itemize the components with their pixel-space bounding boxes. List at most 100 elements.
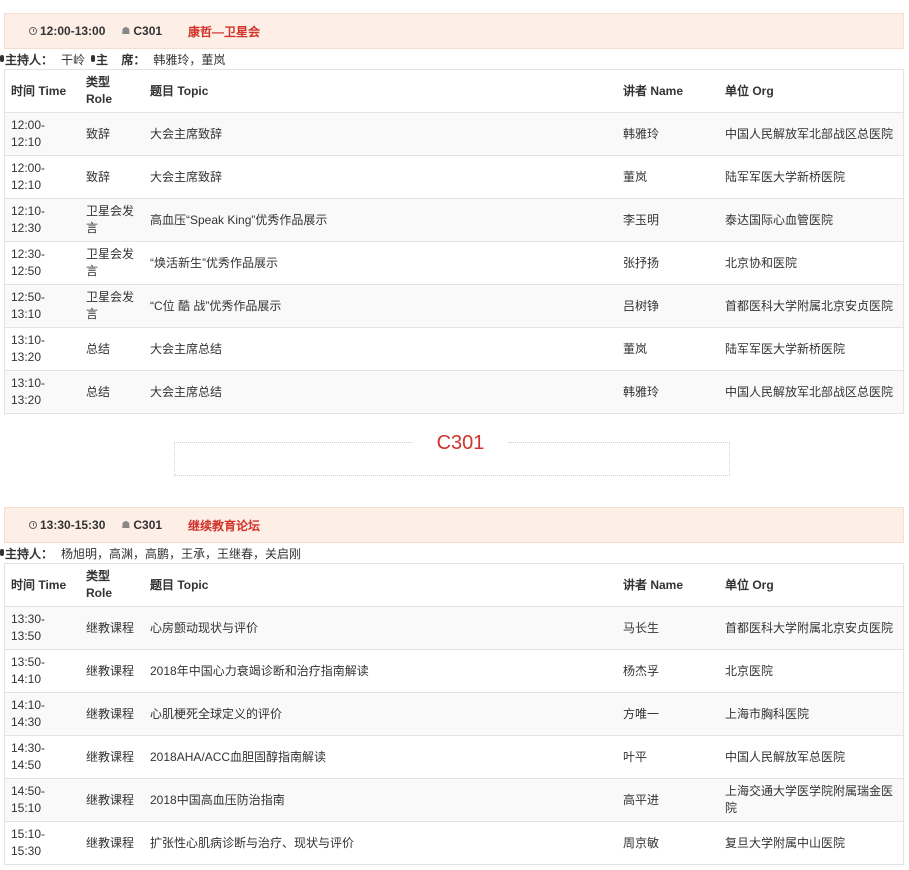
cell-time: 14:50-15:10: [4, 778, 80, 822]
cell-topic: 大会主席总结: [144, 370, 617, 414]
table-row: 12:50-13:10 卫星会发言 “C位 酷 战”优秀作品展示 吕树铮 首都医…: [4, 284, 904, 328]
table-row: 12:00-12:10 致辞 大会主席致辞 韩雅玲 中国人民解放军北部战区总医院: [4, 112, 904, 156]
session-room-wrap: ☗ C301: [121, 24, 162, 38]
table-row: 15:10-15:30 继教课程 扩张性心肌病诊断与治疗、现状与评价 周京敏 复…: [4, 821, 904, 865]
cell-speaker: 高平进: [617, 778, 719, 822]
table-row: 14:30-14:50 继教课程 2018AHA/ACC血胆固醇指南解读 叶平 …: [4, 735, 904, 779]
col-topic: 题目 Topic: [144, 563, 617, 607]
chair-label: 主 席：: [96, 52, 146, 67]
table-row: 13:30-13:50 继教课程 心房颤动现状与评价 马长生 首都医科大学附属北…: [4, 606, 904, 650]
schedule-table: 时间 Time 类型 Role 题目 Topic 讲者 Name 单位 Org …: [4, 69, 904, 414]
cell-topic: 心肌梗死全球定义的评价: [144, 692, 617, 736]
col-speaker: 讲者 Name: [617, 563, 719, 607]
cell-role: 继教课程: [80, 606, 144, 650]
cell-role: 继教课程: [80, 821, 144, 865]
cell-topic: 大会主席总结: [144, 327, 617, 371]
home-icon: ☗: [121, 25, 131, 37]
cell-time: 12:30-12:50: [4, 241, 80, 285]
session-room: C301: [133, 518, 163, 532]
cell-speaker: 周京敏: [617, 821, 719, 865]
home-icon: ☗: [121, 519, 131, 531]
cell-speaker: 李玉明: [617, 198, 719, 242]
cell-speaker: 董岚: [617, 327, 719, 371]
host-names: 杨旭明，高渊，高鹏，王承，王继春，关启刚: [61, 546, 302, 561]
cell-speaker: 董岚: [617, 155, 719, 199]
session-room: C301: [133, 24, 163, 38]
room-divider-label: C301: [436, 432, 485, 454]
table-header-row: 时间 Time 类型 Role 题目 Topic 讲者 Name 单位 Org: [4, 563, 904, 607]
cell-role: 继教课程: [80, 692, 144, 736]
cell-role: 继教课程: [80, 778, 144, 822]
cell-org: 复旦大学附属中山医院: [719, 821, 904, 865]
microphone-icon: [91, 54, 96, 62]
table-row: 12:30-12:50 卫星会发言 “焕活新生”优秀作品展示 张抒扬 北京协和医…: [4, 241, 904, 285]
host-names: 干岭: [61, 52, 86, 67]
cell-org: 首都医科大学附属北京安贞医院: [719, 284, 904, 328]
cell-role: 继教课程: [80, 649, 144, 693]
table-row: 12:00-12:10 致辞 大会主席致辞 董岚 陆军军医大学新桥医院: [4, 155, 904, 199]
cell-topic: 2018AHA/ACC血胆固醇指南解读: [144, 735, 617, 779]
cell-org: 陆军军医大学新桥医院: [719, 155, 904, 199]
cell-speaker: 叶平: [617, 735, 719, 779]
session-header: 12:00-13:00 ☗ C301 康哲—卫星会: [4, 13, 904, 49]
cell-org: 中国人民解放军北部战区总医院: [719, 112, 904, 156]
cell-speaker: 吕树铮: [617, 284, 719, 328]
cell-time: 14:30-14:50: [4, 735, 80, 779]
cell-time: 12:00-12:10: [4, 155, 80, 199]
col-role: 类型 Role: [80, 563, 144, 607]
session-hosts: 主持人： 干岭 主 席： 韩雅玲，董岚: [0, 49, 904, 69]
clock-icon: [29, 27, 37, 35]
table-row: 13:50-14:10 继教课程 2018年中国心力衰竭诊断和治疗指南解读 杨杰…: [4, 649, 904, 693]
cell-topic: 扩张性心肌病诊断与治疗、现状与评价: [144, 821, 617, 865]
table-row: 13:10-13:20 总结 大会主席总结 董岚 陆军军医大学新桥医院: [4, 327, 904, 371]
cell-org: 泰达国际心血管医院: [719, 198, 904, 242]
cell-time: 15:10-15:30: [4, 821, 80, 865]
session-block: 13:30-15:30 ☗ C301 继续教育论坛 主持人： 杨旭明，高渊，高鹏…: [0, 507, 904, 865]
session-room-wrap: ☗ C301: [121, 518, 162, 532]
table-row: 14:10-14:30 继教课程 心肌梗死全球定义的评价 方唯一 上海市胸科医院: [4, 692, 904, 736]
table-row: 12:10-12:30 卫星会发言 高血压“Speak King”优秀作品展示 …: [4, 198, 904, 242]
cell-time: 13:10-13:20: [4, 327, 80, 371]
cell-speaker: 韩雅玲: [617, 370, 719, 414]
col-org: 单位 Org: [719, 563, 904, 607]
col-topic: 题目 Topic: [144, 69, 617, 113]
cell-org: 中国人民解放军北部战区总医院: [719, 370, 904, 414]
table-row: 14:50-15:10 继教课程 2018中国高血压防治指南 高平进 上海交通大…: [4, 778, 904, 822]
table-header-row: 时间 Time 类型 Role 题目 Topic 讲者 Name 单位 Org: [4, 69, 904, 113]
cell-time: 12:10-12:30: [4, 198, 80, 242]
session-time: 12:00-13:00: [40, 24, 106, 38]
cell-role: 总结: [80, 370, 144, 414]
cell-topic: 心房颤动现状与评价: [144, 606, 617, 650]
session-block: 12:00-13:00 ☗ C301 康哲—卫星会 主持人： 干岭 主 席： 韩…: [0, 13, 904, 414]
session-header: 13:30-15:30 ☗ C301 继续教育论坛: [4, 507, 904, 543]
cell-topic: 大会主席致辞: [144, 112, 617, 156]
divider-line-left: [174, 442, 413, 443]
cell-org: 上海交通大学医学院附属瑞金医院: [719, 778, 904, 822]
cell-org: 中国人民解放军总医院: [719, 735, 904, 779]
cell-topic: “焕活新生”优秀作品展示: [144, 241, 617, 285]
cell-topic: 高血压“Speak King”优秀作品展示: [144, 198, 617, 242]
session-hosts: 主持人： 杨旭明，高渊，高鹏，王承，王继春，关启刚: [0, 543, 904, 563]
cell-org: 上海市胸科医院: [719, 692, 904, 736]
schedule-table: 时间 Time 类型 Role 题目 Topic 讲者 Name 单位 Org …: [4, 563, 904, 865]
col-time: 时间 Time: [4, 69, 80, 113]
cell-speaker: 韩雅玲: [617, 112, 719, 156]
session-time: 13:30-15:30: [40, 518, 106, 532]
cell-role: 卫星会发言: [80, 198, 144, 242]
col-time: 时间 Time: [4, 563, 80, 607]
cell-org: 北京协和医院: [719, 241, 904, 285]
cell-time: 13:10-13:20: [4, 370, 80, 414]
host-label: 主持人：: [5, 52, 54, 67]
col-org: 单位 Org: [719, 69, 904, 113]
cell-topic: “C位 酷 战”优秀作品展示: [144, 284, 617, 328]
cell-org: 北京医院: [719, 649, 904, 693]
cell-role: 卫星会发言: [80, 284, 144, 328]
session-title: 康哲—卫星会: [188, 24, 261, 39]
cell-org: 首都医科大学附属北京安贞医院: [719, 606, 904, 650]
col-role: 类型 Role: [80, 69, 144, 113]
cell-time: 14:10-14:30: [4, 692, 80, 736]
chair-names: 韩雅玲，董岚: [153, 52, 226, 67]
session-title: 继续教育论坛: [188, 518, 261, 533]
cell-topic: 大会主席致辞: [144, 155, 617, 199]
col-speaker: 讲者 Name: [617, 69, 719, 113]
